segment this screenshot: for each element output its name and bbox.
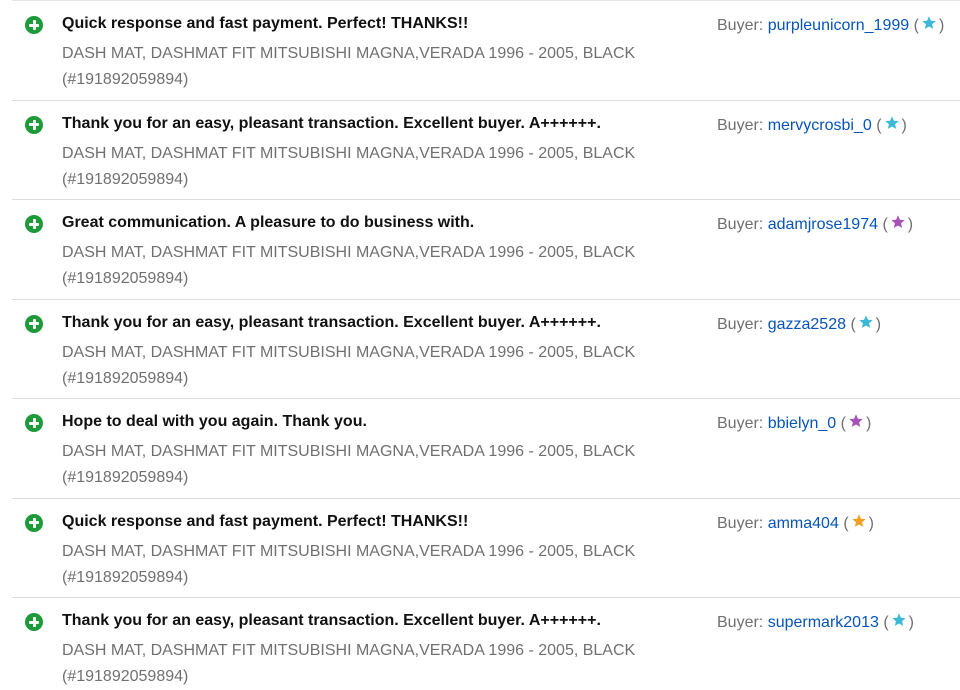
feedback-comment: Great communication. A pleasure to do bu… (62, 214, 475, 231)
buyer-username-link[interactable]: bbielyn_0 (768, 415, 837, 432)
buyer-label: Buyer: (717, 116, 764, 134)
item-details: DASH MAT, DASHMAT FIT MITSUBISHI MAGNA,V… (62, 439, 662, 491)
buyer-username-link[interactable]: mervycrosbi_0 (768, 117, 872, 134)
buyer-label: Buyer: (717, 415, 764, 432)
feedback-score-paren: () (883, 612, 914, 631)
feedback-comment: Thank you for an easy, pleasant transact… (62, 313, 601, 331)
positive-feedback-icon (25, 115, 43, 134)
positive-feedback-icon (25, 16, 43, 34)
item-title[interactable]: DASH MAT, DASHMAT FIT MITSUBISHI MAGNA,V… (62, 443, 635, 460)
buyer-username-link[interactable]: adamjrose1974 (768, 216, 878, 233)
buyer-username-link[interactable]: amma404 (768, 515, 839, 532)
feedback-row: Hope to deal with you again. Thank you. … (12, 398, 960, 497)
item-title[interactable]: DASH MAT, DASHMAT FIT MITSUBISHI MAGNA,V… (62, 244, 635, 261)
item-details: DASH MAT, DASHMAT FIT MITSUBISHI MAGNA,V… (62, 638, 662, 690)
item-details: DASH MAT, DASHMAT FIT MITSUBISHI MAGNA,V… (62, 340, 662, 392)
item-title[interactable]: DASH MAT, DASHMAT FIT MITSUBISHI MAGNA,V… (62, 642, 635, 659)
item-details: DASH MAT, DASHMAT FIT MITSUBISHI MAGNA,V… (62, 141, 662, 193)
feedback-row: Thank you for an easy, pleasant transact… (12, 298, 960, 398)
positive-feedback-icon (25, 215, 43, 233)
item-title[interactable]: DASH MAT, DASHMAT FIT MITSUBISHI MAGNA,V… (62, 543, 635, 560)
item-title[interactable]: DASH MAT, DASHMAT FIT MITSUBISHI MAGNA,V… (62, 45, 635, 62)
buyer-username-link[interactable]: gazza2528 (768, 316, 846, 333)
item-number: (#191892059894) (62, 270, 189, 287)
feedback-star-icon[interactable] (890, 214, 906, 230)
feedback-score-paren: () (840, 413, 872, 432)
feedback-comment: Quick response and fast payment. Perfect… (62, 15, 469, 32)
item-number: (#191892059894) (62, 369, 189, 387)
buyer-info: Buyer: supermark2013 () (717, 612, 914, 632)
buyer-username-link[interactable]: supermark2013 (768, 614, 879, 631)
item-title[interactable]: DASH MAT, DASHMAT FIT MITSUBISHI MAGNA,V… (62, 145, 635, 162)
item-title[interactable]: DASH MAT, DASHMAT FIT MITSUBISHI MAGNA,V… (62, 344, 635, 361)
positive-feedback-icon (25, 513, 43, 532)
buyer-label: Buyer: (717, 216, 764, 233)
item-number: (#191892059894) (62, 71, 189, 88)
buyer-info: Buyer: purpleunicorn_1999 () (717, 15, 944, 35)
buyer-info: Buyer: bbielyn_0 () (717, 413, 871, 433)
feedback-star-icon[interactable] (851, 513, 867, 529)
feedback-star-icon[interactable] (858, 314, 874, 330)
feedback-score-paren: () (913, 15, 945, 34)
feedback-row: Quick response and fast payment. Perfect… (12, 0, 960, 99)
feedback-score-paren: () (850, 314, 882, 333)
feedback-score-paren: () (882, 214, 914, 233)
buyer-info: Buyer: gazza2528 () (717, 314, 881, 334)
feedback-star-icon[interactable] (891, 612, 907, 628)
buyer-info: Buyer: adamjrose1974 () (717, 214, 913, 234)
feedback-star-icon[interactable] (884, 115, 900, 131)
positive-feedback-icon (25, 613, 43, 631)
feedback-row: Thank you for an easy, pleasant transact… (12, 99, 960, 199)
feedback-row: Quick response and fast payment. Perfect… (12, 497, 960, 597)
feedback-comment: Thank you for an easy, pleasant transact… (62, 114, 601, 132)
feedback-comment: Hope to deal with you again. Thank you. (62, 413, 367, 430)
buyer-label: Buyer: (717, 315, 764, 333)
feedback-comment: Quick response and fast payment. Perfect… (62, 512, 469, 530)
item-number: (#191892059894) (62, 170, 189, 188)
buyer-label: Buyer: (717, 614, 764, 631)
feedback-list: Quick response and fast payment. Perfect… (0, 0, 960, 690)
feedback-star-icon[interactable] (921, 15, 937, 31)
feedback-row: Thank you for an easy, pleasant transact… (12, 597, 960, 690)
feedback-row: Great communication. A pleasure to do bu… (12, 199, 960, 298)
buyer-info: Buyer: amma404 () (717, 513, 874, 533)
item-number: (#191892059894) (62, 568, 189, 586)
feedback-score-paren: () (876, 115, 907, 134)
feedback-star-icon[interactable] (848, 413, 864, 429)
buyer-label: Buyer: (717, 514, 764, 532)
buyer-username-link[interactable]: purpleunicorn_1999 (768, 17, 909, 34)
item-number: (#191892059894) (62, 668, 189, 685)
positive-feedback-icon (25, 414, 43, 432)
buyer-info: Buyer: mervycrosbi_0 () (717, 115, 907, 135)
buyer-label: Buyer: (717, 17, 764, 34)
item-details: DASH MAT, DASHMAT FIT MITSUBISHI MAGNA,V… (62, 539, 662, 591)
positive-feedback-icon (25, 314, 43, 333)
feedback-comment: Thank you for an easy, pleasant transact… (62, 612, 601, 629)
item-details: DASH MAT, DASHMAT FIT MITSUBISHI MAGNA,V… (62, 240, 662, 292)
item-details: DASH MAT, DASHMAT FIT MITSUBISHI MAGNA,V… (62, 41, 662, 93)
item-number: (#191892059894) (62, 469, 189, 486)
feedback-score-paren: () (843, 513, 874, 532)
